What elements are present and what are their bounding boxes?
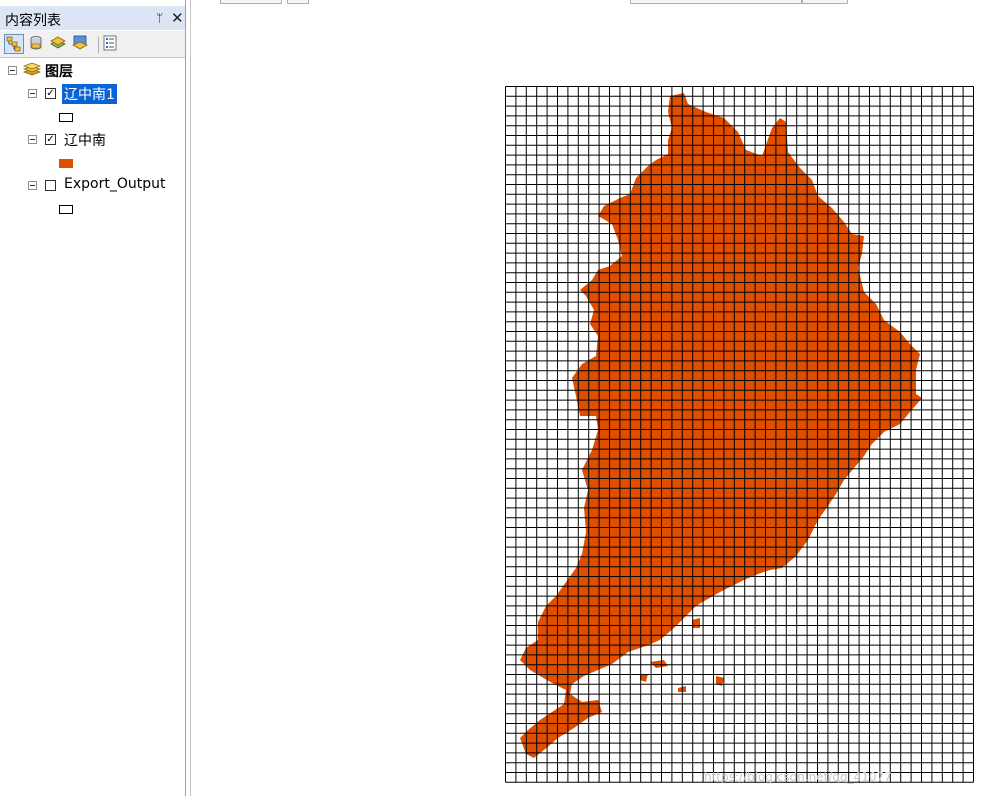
region-polygon-layer <box>520 93 922 758</box>
island-polygon <box>650 660 668 668</box>
region-polygon <box>520 93 922 758</box>
watermark-text: https://blog.csdn.net/qq_41077 <box>704 770 892 784</box>
map-canvas[interactable] <box>0 0 996 796</box>
